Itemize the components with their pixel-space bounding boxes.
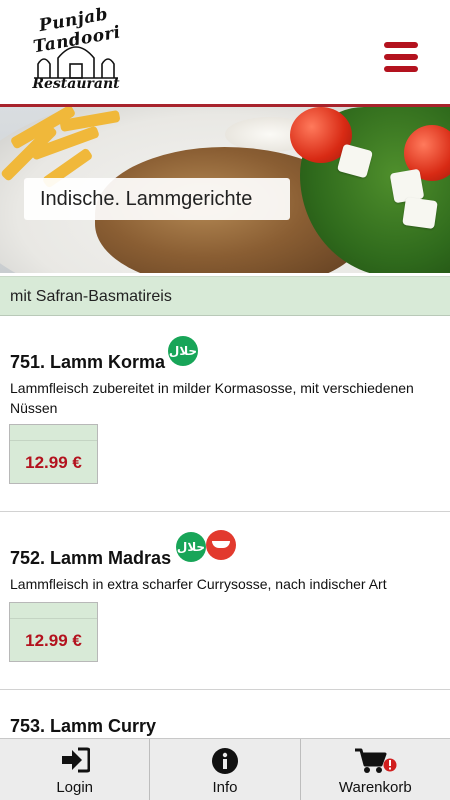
info-circle-icon [211, 748, 238, 774]
bottom-navigation: Login Info Warenkorb [0, 738, 450, 800]
menu-item: 753. Lamm Curry [0, 690, 450, 738]
login-arrow-icon [61, 747, 90, 773]
item-title: 751. Lamm Korma [10, 352, 166, 372]
logo-subtitle: Restaurant [32, 76, 120, 92]
menu-item: 752. Lamm Madras حلال Lammfleisch in ext… [0, 512, 450, 689]
item-description: Lammfleisch in extra scharfer Currysosse… [10, 576, 387, 592]
restaurant-logo[interactable]: Punjab Tandoori Restaurant [10, 4, 142, 96]
item-title: 752. Lamm Madras [10, 548, 172, 568]
shopping-cart-icon [355, 748, 397, 773]
halal-badge-icon: حلال [176, 532, 206, 562]
nav-cart-button[interactable]: Warenkorb [299, 739, 450, 800]
hamburger-menu-icon[interactable] [384, 42, 420, 74]
item-description: Lammfleisch zubereitet in milder Kormaso… [10, 380, 414, 416]
app-header: Punjab Tandoori Restaurant [0, 0, 450, 106]
item-title: 753. Lamm Curry [10, 716, 157, 736]
hero-category-label: Indische. Lammgerichte [24, 178, 290, 220]
halal-badge-icon: حلال [168, 336, 198, 366]
nav-login-button[interactable]: Login [0, 739, 149, 800]
add-to-cart-price-button[interactable]: 12.99 € [9, 424, 98, 484]
nav-info-label: Info [212, 779, 238, 796]
nav-login-label: Login [56, 779, 94, 796]
item-price: 12.99 € [25, 453, 82, 472]
menu-item: 751. Lamm Korma حلال Lammfleisch zuberei… [0, 316, 450, 512]
mosque-outline-icon [34, 36, 118, 79]
nav-cart-label: Warenkorb [338, 779, 412, 796]
add-to-cart-price-button[interactable]: 12.99 € [9, 602, 98, 662]
nav-info-button[interactable]: Info [149, 739, 299, 800]
section-header: mit Safran-Basmatireis [0, 276, 450, 316]
item-price: 12.99 € [25, 631, 82, 650]
chili-pepper-icon [206, 530, 236, 560]
